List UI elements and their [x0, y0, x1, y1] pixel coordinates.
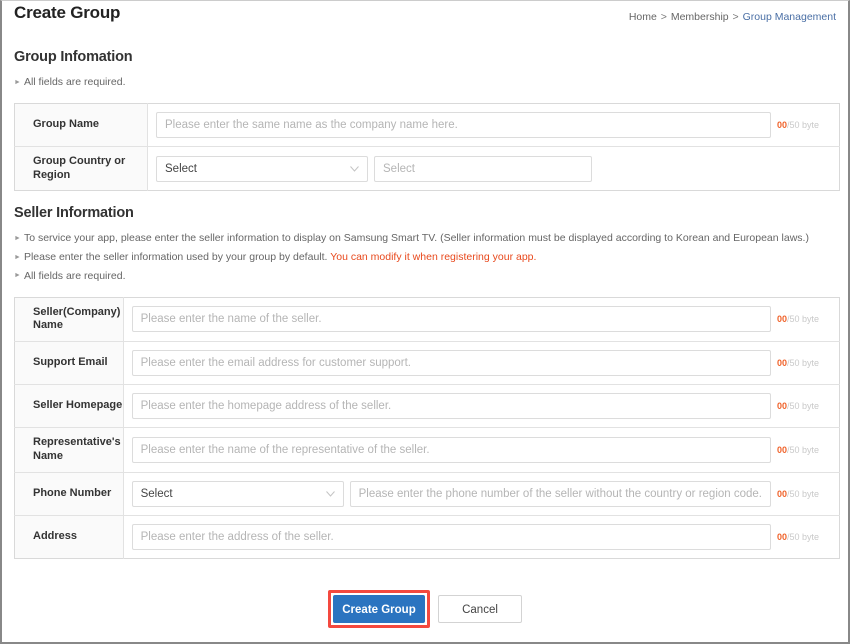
field-label: Address: [15, 515, 124, 558]
triangle-bullet-icon: ►: [14, 272, 21, 279]
note-accent-text: You can modify it when registering your …: [330, 251, 536, 263]
byte-counter: 00/50 byte: [777, 401, 829, 411]
seller-homepage-input[interactable]: Please enter the homepage address of the…: [132, 393, 771, 419]
field-cell: Please enter the homepage address of the…: [123, 385, 839, 428]
breadcrumb-item-membership[interactable]: Membership: [671, 11, 729, 23]
group-information-heading: Group Infomation: [14, 49, 836, 65]
field-cell: Please enter the name of the representat…: [123, 428, 839, 473]
group-name-input[interactable]: Please enter the same name as the compan…: [156, 112, 771, 138]
byte-counter-current: 00: [777, 489, 787, 499]
table-row: Group Country or Region Select Select: [15, 146, 840, 191]
field-cell: Please enter the email address for custo…: [123, 342, 839, 385]
note-text: Please enter the seller information used…: [24, 251, 330, 263]
byte-counter: 00/50 byte: [777, 314, 829, 324]
field-label: Representative's Name: [15, 428, 124, 473]
table-row: Representative's Name Please enter the n…: [15, 428, 840, 473]
address-input[interactable]: Please enter the address of the seller.: [132, 524, 771, 550]
table-row: Address Please enter the address of the …: [15, 515, 840, 558]
breadcrumb-item-home[interactable]: Home: [629, 11, 657, 23]
byte-counter-current: 00: [777, 314, 787, 324]
byte-counter-max: /50 byte: [787, 445, 819, 455]
seller-information-notes: ►To service your app, please enter the s…: [14, 231, 836, 284]
field-cell: Please enter the same name as the compan…: [148, 103, 840, 146]
field-cell: Please enter the address of the seller. …: [123, 515, 839, 558]
field-label: Group Name: [15, 103, 148, 146]
chevron-down-icon: [350, 166, 359, 172]
note-text: All fields are required.: [24, 270, 126, 282]
field-label: Phone Number: [15, 472, 124, 515]
byte-counter: 00/50 byte: [777, 489, 829, 499]
triangle-bullet-icon: ►: [14, 79, 21, 86]
byte-counter-max: /50 byte: [787, 120, 819, 130]
byte-counter-max: /50 byte: [787, 401, 819, 411]
breadcrumb: Home > Membership > Group Management: [629, 11, 836, 23]
note-item: ►Please enter the seller information use…: [14, 250, 836, 266]
seller-information-heading: Seller Information: [14, 205, 836, 221]
byte-counter-max: /50 byte: [787, 358, 819, 368]
breadcrumb-separator: >: [661, 11, 667, 23]
table-row: Seller(Company) Name Please enter the na…: [15, 297, 840, 342]
table-row: Seller Homepage Please enter the homepag…: [15, 385, 840, 428]
phone-number-input[interactable]: Please enter the phone number of the sel…: [350, 481, 771, 507]
table-row: Phone Number Select Please enter the pho…: [15, 472, 840, 515]
create-group-highlight-annotation: Create Group: [328, 590, 430, 628]
note-item: ►All fields are required.: [14, 75, 836, 91]
note-item: ►To service your app, please enter the s…: [14, 231, 836, 247]
group-information-notes: ►All fields are required.: [14, 75, 836, 91]
create-group-button[interactable]: Create Group: [333, 595, 425, 623]
field-label: Seller(Company) Name: [15, 297, 124, 342]
triangle-bullet-icon: ►: [14, 235, 21, 242]
byte-counter-max: /50 byte: [787, 314, 819, 324]
byte-counter-current: 00: [777, 358, 787, 368]
page-container: Create Group Home > Membership > Group M…: [0, 0, 850, 644]
field-label: Seller Homepage: [15, 385, 124, 428]
table-row: Group Name Please enter the same name as…: [15, 103, 840, 146]
field-cell: Select Select: [148, 146, 840, 191]
select-value: Select: [165, 163, 197, 175]
table-row: Support Email Please enter the email add…: [15, 342, 840, 385]
breadcrumb-separator: >: [733, 11, 739, 23]
byte-counter: 00/50 byte: [777, 120, 829, 130]
byte-counter: 00/50 byte: [777, 532, 829, 542]
field-cell: Select Please enter the phone number of …: [123, 472, 839, 515]
page-header: Create Group Home > Membership > Group M…: [14, 1, 836, 35]
byte-counter: 00/50 byte: [777, 445, 829, 455]
byte-counter-current: 00: [777, 120, 787, 130]
representative-name-input[interactable]: Please enter the name of the representat…: [132, 437, 771, 463]
byte-counter-max: /50 byte: [787, 489, 819, 499]
seller-company-name-input[interactable]: Please enter the name of the seller.: [132, 306, 771, 332]
support-email-input[interactable]: Please enter the email address for custo…: [132, 350, 771, 376]
seller-information-table: Seller(Company) Name Please enter the na…: [14, 297, 840, 559]
page-title: Create Group: [14, 3, 120, 23]
group-information-table: Group Name Please enter the same name as…: [14, 103, 840, 192]
note-item: ►All fields are required.: [14, 269, 836, 285]
byte-counter-current: 00: [777, 401, 787, 411]
byte-counter: 00/50 byte: [777, 358, 829, 368]
select-value: Select: [141, 488, 173, 500]
group-region-input[interactable]: Select: [374, 156, 592, 182]
form-action-bar: Create Group Cancel: [2, 590, 848, 628]
triangle-bullet-icon: ►: [14, 254, 21, 261]
byte-counter-current: 00: [777, 445, 787, 455]
phone-country-code-select[interactable]: Select: [132, 481, 344, 507]
breadcrumb-item-group-management[interactable]: Group Management: [743, 11, 836, 23]
chevron-down-icon: [326, 491, 335, 497]
field-label: Support Email: [15, 342, 124, 385]
field-cell: Please enter the name of the seller. 00/…: [123, 297, 839, 342]
byte-counter-current: 00: [777, 532, 787, 542]
note-text: All fields are required.: [24, 76, 126, 88]
group-country-select[interactable]: Select: [156, 156, 368, 182]
cancel-button[interactable]: Cancel: [438, 595, 522, 623]
byte-counter-max: /50 byte: [787, 532, 819, 542]
note-text: To service your app, please enter the se…: [24, 232, 809, 244]
field-label: Group Country or Region: [15, 146, 148, 191]
